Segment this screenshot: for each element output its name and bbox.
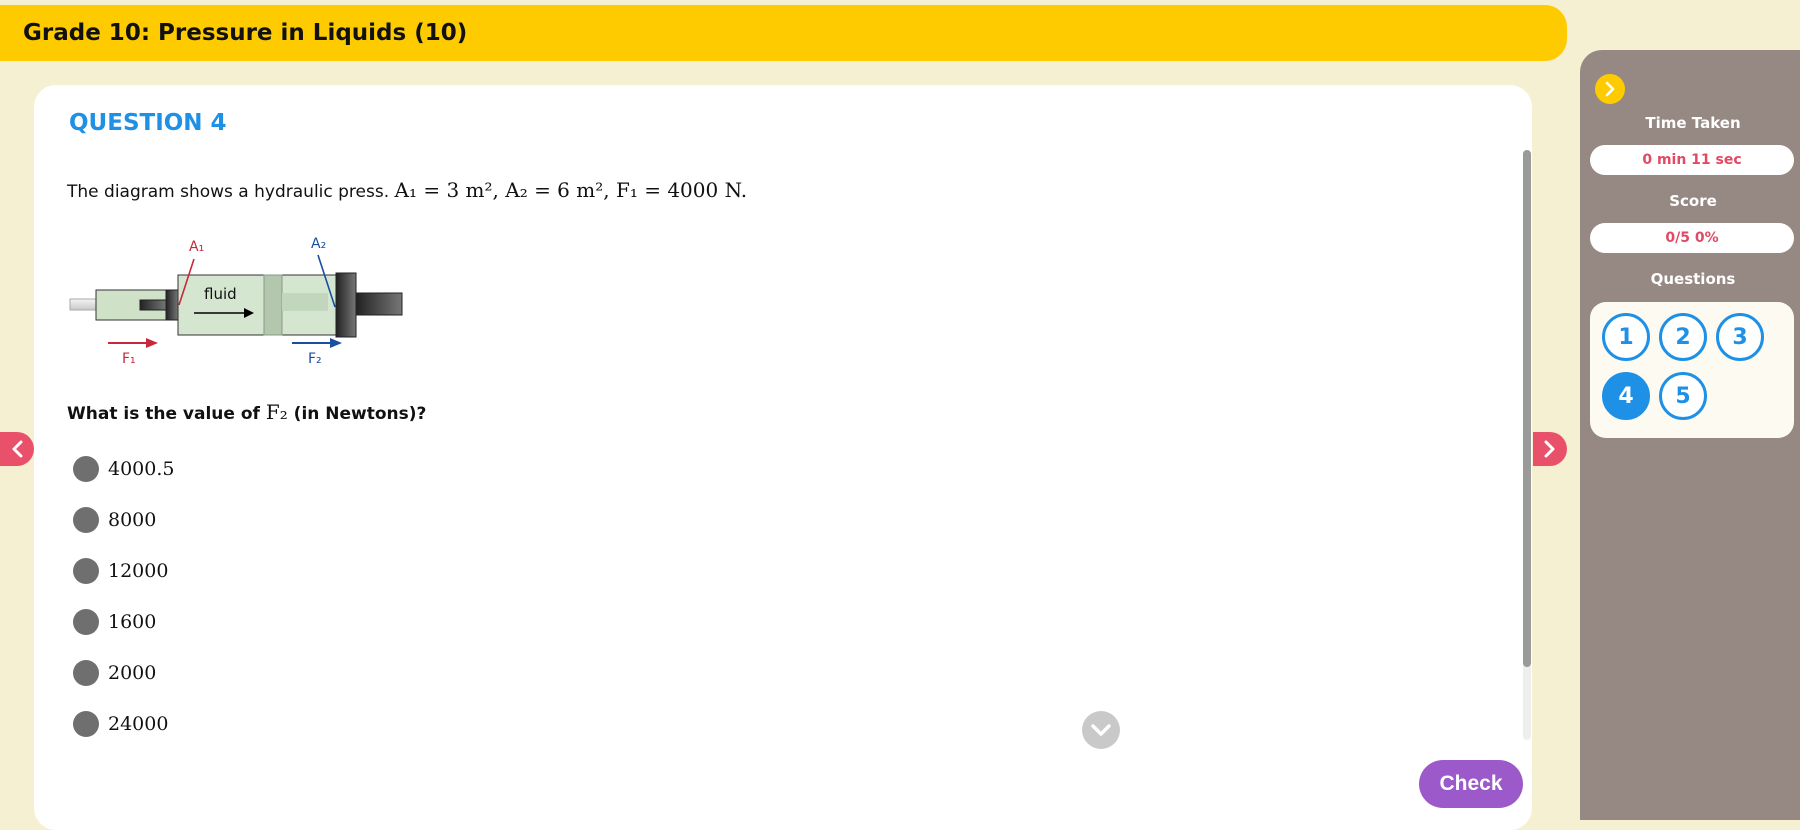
f1-label: F₁ <box>122 351 136 367</box>
cylinder-divider <box>263 274 283 336</box>
radio-button[interactable] <box>73 609 99 635</box>
previous-question-button[interactable] <box>0 432 34 466</box>
time-taken-label: Time Taken <box>1645 114 1741 132</box>
score-value: 0/5 0% <box>1590 223 1794 253</box>
question-text: The diagram shows a hydraulic press. A₁ … <box>67 178 747 202</box>
answer-option-label: 12000 <box>108 560 169 582</box>
question-button-5[interactable]: 5 <box>1659 372 1707 420</box>
large-piston-rod <box>355 292 403 316</box>
answer-option-4[interactable]: 1600 <box>73 607 156 637</box>
answer-option-label: 24000 <box>108 713 169 735</box>
answer-option-1[interactable]: 4000.5 <box>73 454 174 484</box>
fluid-label: fluid <box>204 285 237 303</box>
chevron-left-icon <box>12 440 23 458</box>
radio-button[interactable] <box>73 711 99 737</box>
sidebar: Time Taken 0 min 11 sec Score 0/5 0% Que… <box>1580 50 1800 820</box>
time-taken-value: 0 min 11 sec <box>1590 145 1794 175</box>
question-navigator: 1 2 3 4 5 <box>1590 302 1794 438</box>
a1-label: A₁ <box>189 239 204 255</box>
question-intro: The diagram shows a hydraulic press. <box>67 182 395 202</box>
check-button[interactable]: Check <box>1419 760 1523 808</box>
collapse-sidebar-button[interactable] <box>1595 74 1625 104</box>
header-bar: Grade 10: Pressure in Liquids (10) <box>0 5 1567 61</box>
question-button-1[interactable]: 1 <box>1602 313 1650 361</box>
prompt-variable: F₂ <box>265 400 288 424</box>
scroll-down-button[interactable] <box>1082 711 1120 749</box>
question-button-2[interactable]: 2 <box>1659 313 1707 361</box>
chevron-right-icon <box>1605 81 1615 97</box>
answer-option-label: 2000 <box>108 662 157 684</box>
hydraulic-press-diagram: fluid A₁ A₂ F₁ F₂ <box>69 236 403 367</box>
questions-label: Questions <box>1650 270 1736 288</box>
prompt-prefix: What is the value of <box>67 404 266 424</box>
question-prompt: What is the value of F₂ (in Newtons)? <box>67 400 426 424</box>
question-given-values: A₁ = 3 m², A₂ = 6 m², F₁ = 4000 N. <box>394 178 748 202</box>
large-piston <box>335 272 357 338</box>
f2-arrow-head <box>330 338 342 348</box>
answer-option-label: 8000 <box>108 509 157 531</box>
chevron-down-icon <box>1091 724 1111 736</box>
answer-option-6[interactable]: 24000 <box>73 709 168 739</box>
radio-button[interactable] <box>73 558 99 584</box>
answer-option-label: 4000.5 <box>108 458 175 480</box>
answer-option-3[interactable]: 12000 <box>73 556 168 586</box>
f1-arrow-head <box>146 338 158 348</box>
question-button-4[interactable]: 4 <box>1602 372 1650 420</box>
prompt-suffix: (in Newtons)? <box>287 404 427 424</box>
quiz-title: Grade 10: Pressure in Liquids (10) <box>23 20 468 46</box>
small-piston <box>165 289 179 321</box>
small-piston-rod <box>139 299 167 311</box>
scrollbar[interactable] <box>1523 150 1531 740</box>
question-number: QUESTION 4 <box>69 110 227 136</box>
answer-option-5[interactable]: 2000 <box>73 658 156 688</box>
radio-button[interactable] <box>73 660 99 686</box>
answer-option-2[interactable]: 8000 <box>73 505 156 535</box>
question-button-3[interactable]: 3 <box>1716 313 1764 361</box>
score-label: Score <box>1669 192 1717 210</box>
radio-button[interactable] <box>73 456 99 482</box>
chevron-right-icon <box>1544 440 1555 458</box>
f2-label: F₂ <box>308 351 322 367</box>
a2-label: A₂ <box>311 236 326 252</box>
radio-button[interactable] <box>73 507 99 533</box>
scrollbar-thumb[interactable] <box>1523 150 1531 667</box>
cylinder-inner-band <box>282 293 328 311</box>
answer-option-label: 1600 <box>108 611 157 633</box>
next-question-button[interactable] <box>1533 432 1567 466</box>
